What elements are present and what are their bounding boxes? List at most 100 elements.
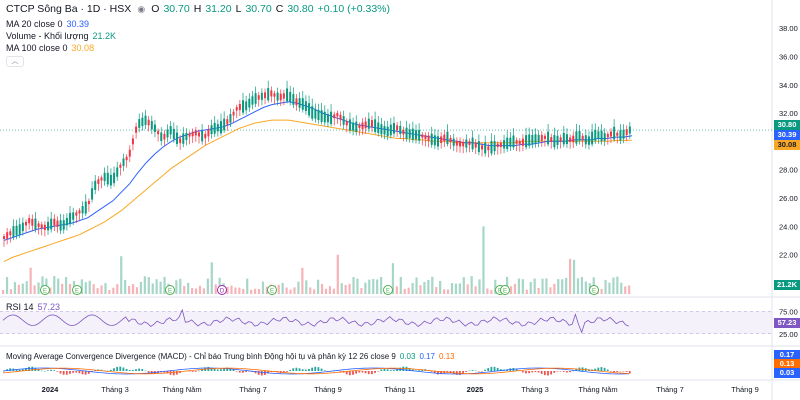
macd-histogram-bar — [245, 371, 247, 373]
macd-histogram-bar — [622, 371, 625, 372]
candle-body — [433, 135, 436, 146]
candle-body — [295, 98, 298, 106]
volume-bar — [202, 288, 206, 294]
candle-body — [125, 156, 128, 161]
volume-bar — [486, 288, 489, 294]
candle-body — [298, 98, 301, 108]
time-axis-label: Tháng 3 — [101, 385, 129, 394]
candle-body — [289, 91, 292, 102]
ohlc-low-label: L — [235, 3, 242, 15]
macd-histogram-bar — [47, 370, 49, 371]
macd-histogram-bar — [465, 371, 468, 373]
candle-body — [144, 115, 147, 125]
candle-body — [556, 135, 559, 145]
chart-canvas[interactable]: 38.0036.0034.0032.0030.0028.0026.0024.00… — [0, 0, 800, 400]
time-axis-label: 2025 — [467, 385, 484, 394]
macd-histogram-bar — [628, 371, 631, 374]
macd-histogram-bar — [603, 367, 606, 371]
candle-body — [213, 122, 216, 134]
volume-bar — [242, 288, 245, 294]
volume-bar — [230, 285, 233, 294]
candle-body — [512, 135, 515, 148]
candle-body — [251, 96, 254, 105]
ma20-line[interactable] — [3, 101, 633, 241]
macd-histogram-bar — [197, 370, 200, 372]
volume-bar — [415, 277, 418, 294]
price-tick-label: 28.00 — [779, 166, 798, 175]
macd-histogram-bar — [116, 366, 119, 371]
symbol-title[interactable]: CTCP Sông Ba · 1D · HSX — [6, 4, 131, 15]
candle-body — [525, 135, 528, 148]
time-axis-label: Tháng Năm — [578, 385, 617, 394]
candle-body — [396, 125, 399, 131]
volume-bar — [403, 288, 406, 294]
candle-body — [254, 93, 257, 104]
candle-body — [569, 137, 572, 142]
rsi-legend[interactable]: RSI 14 57.23 — [6, 302, 60, 313]
macd-histogram-bar — [122, 367, 125, 371]
ma20-legend[interactable]: MA 20 close 0 30.39 — [6, 19, 89, 30]
volume-bar — [21, 283, 24, 294]
macd-histogram-bar — [191, 371, 194, 372]
macd-histogram-bar — [380, 369, 383, 371]
volume-bar — [580, 276, 584, 294]
candle-body — [418, 129, 421, 141]
candle-body — [459, 140, 462, 147]
candle-body — [34, 218, 37, 230]
candle-body — [160, 132, 163, 142]
macd-histogram-bar — [521, 371, 524, 373]
volume-bar — [419, 285, 422, 294]
macd-histogram-bar — [295, 367, 298, 371]
candle-body — [248, 98, 251, 108]
macd-histogram-bar — [418, 370, 420, 371]
candle-body — [484, 142, 487, 154]
macd-histogram-bar — [81, 371, 84, 375]
candle-body — [292, 94, 295, 105]
volume-bar — [431, 276, 434, 294]
macd-histogram-bar — [597, 367, 600, 371]
volume-bar — [376, 279, 379, 294]
candle-body — [273, 93, 276, 97]
volume-bar — [533, 278, 536, 294]
macd-histogram-bar — [619, 371, 622, 372]
macd-histogram-bar — [175, 371, 178, 375]
candle-body — [427, 135, 430, 141]
volume-bar — [336, 254, 339, 294]
volume-bar — [446, 289, 450, 294]
volume-bar — [427, 279, 430, 294]
macd-histogram-bar — [59, 371, 62, 374]
volume-bar — [53, 276, 56, 294]
volume-bar — [128, 286, 131, 294]
candle-body — [333, 114, 336, 119]
candle-body — [613, 126, 616, 140]
candle-body — [179, 138, 182, 144]
ma100-legend[interactable]: MA 100 close 0 30.08 — [6, 43, 94, 54]
volume-bar — [565, 277, 568, 294]
candle-body — [21, 222, 24, 232]
volume-legend[interactable]: Volume - Khối lượng 21.2K — [6, 31, 116, 42]
volume-bar — [84, 282, 87, 294]
candle-body — [446, 131, 449, 145]
candle-body — [462, 141, 465, 147]
candle-body — [25, 221, 28, 226]
candle-body — [119, 164, 122, 168]
candle-body — [153, 124, 156, 132]
candle-body — [194, 130, 197, 136]
candle-body — [84, 201, 87, 214]
stock-chart[interactable]: 38.0036.0034.0032.0030.0028.0026.0024.00… — [0, 0, 800, 400]
price-tick-label: 24.00 — [779, 222, 798, 231]
macd-value-3: 0.13 — [439, 352, 455, 361]
macd-legend[interactable]: Moving Average Convergence Divergence (M… — [6, 351, 455, 362]
collapse-legend-button[interactable]: ︿ — [6, 56, 24, 67]
eye-icon[interactable]: ◉ — [135, 5, 147, 14]
candle-body — [59, 220, 62, 231]
macd-histogram-bar — [128, 369, 131, 371]
macd-histogram-bar — [314, 366, 317, 371]
volume-bar — [541, 278, 544, 294]
volume-bar — [490, 289, 493, 294]
volume-bar — [143, 276, 146, 294]
time-axis-label: Tháng 9 — [731, 385, 759, 394]
ma20-label: MA 20 close 0 — [6, 19, 63, 29]
volume-bar — [100, 285, 103, 294]
candle-body — [314, 109, 317, 119]
